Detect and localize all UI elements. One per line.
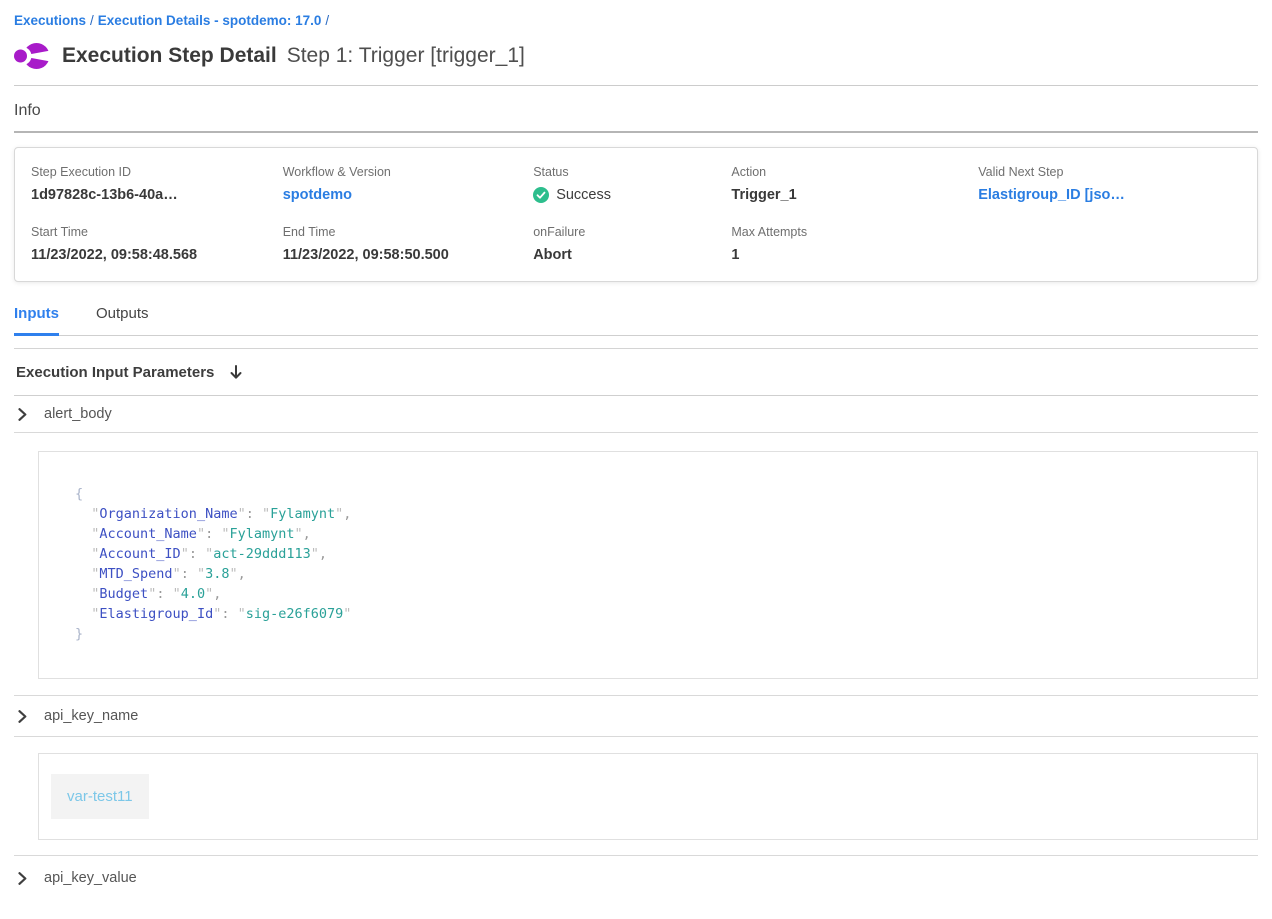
fylamynt-logo-icon <box>14 41 51 71</box>
field-label: Workflow & Version <box>283 165 533 179</box>
max-attempts-value: 1 <box>731 247 978 263</box>
chevron-right-icon <box>18 408 27 421</box>
field-status: Status Success <box>533 165 731 203</box>
header-divider <box>14 85 1258 86</box>
json-code: { "Organization_Name": "Fylamynt", "Acco… <box>75 484 1237 644</box>
tab-inputs[interactable]: Inputs <box>14 305 59 336</box>
field-label: Status <box>533 165 731 179</box>
field-workflow-version: Workflow & Version spotdemo <box>283 165 533 203</box>
onfailure-value: Abort <box>533 247 731 263</box>
field-label: onFailure <box>533 225 731 239</box>
tab-bar: Inputs Outputs <box>14 305 1258 336</box>
param-row-label: api_key_value <box>44 870 137 886</box>
field-step-execution-id: Step Execution ID 1d97828c-13b6-40a… <box>31 165 283 203</box>
field-label: Start Time <box>31 225 283 239</box>
breadcrumb-separator: / <box>86 13 98 28</box>
field-valid-next-step: Valid Next Step Elastigroup_ID [jso… <box>978 165 1247 203</box>
chevron-right-icon <box>18 710 27 723</box>
start-time-value: 11/23/2022, 09:58:48.568 <box>31 247 283 263</box>
param-row-api-key-name[interactable]: api_key_name <box>14 695 1258 737</box>
field-label: Step Execution ID <box>31 165 283 179</box>
page-subtitle: Step 1: Trigger [trigger_1] <box>287 44 525 68</box>
success-check-icon <box>533 187 549 203</box>
field-label: Action <box>731 165 978 179</box>
field-label: End Time <box>283 225 533 239</box>
field-end-time: End Time 11/23/2022, 09:58:50.500 <box>283 225 533 263</box>
field-action: Action Trigger_1 <box>731 165 978 203</box>
field-max-attempts: Max Attempts 1 <box>731 225 978 263</box>
execution-step-detail-page: Executions/Execution Details - spotdemo:… <box>0 0 1272 900</box>
param-row-label: alert_body <box>44 406 112 422</box>
breadcrumb-executions[interactable]: Executions <box>14 13 86 28</box>
execution-input-parameters-header: Execution Input Parameters <box>14 348 1258 396</box>
breadcrumb: Executions/Execution Details - spotdemo:… <box>14 0 1258 28</box>
api-key-name-value: var-test11 <box>51 774 149 819</box>
action-value: Trigger_1 <box>731 187 978 203</box>
info-card: Step Execution ID 1d97828c-13b6-40a… Wor… <box>14 147 1258 282</box>
tab-outputs[interactable]: Outputs <box>96 305 149 335</box>
breadcrumb-trailing-separator: / <box>321 13 333 28</box>
page-title: Execution Step Detail <box>62 44 277 68</box>
page-header: Execution Step Detail Step 1: Trigger [t… <box>14 41 1258 71</box>
alert-body-json-panel: { "Organization_Name": "Fylamynt", "Acco… <box>38 451 1258 679</box>
breadcrumb-execution-details[interactable]: Execution Details - spotdemo: 17.0 <box>98 13 322 28</box>
field-empty <box>978 225 1247 263</box>
download-arrow-icon[interactable] <box>229 365 243 381</box>
info-heading: Info <box>14 102 1258 120</box>
info-divider <box>14 131 1258 133</box>
param-row-alert-body[interactable]: alert_body <box>14 396 1258 433</box>
workflow-link[interactable]: spotdemo <box>283 187 533 203</box>
field-label: Valid Next Step <box>978 165 1247 179</box>
field-onfailure: onFailure Abort <box>533 225 731 263</box>
param-row-label: api_key_name <box>44 708 138 724</box>
end-time-value: 11/23/2022, 09:58:50.500 <box>283 247 533 263</box>
valid-next-step-link[interactable]: Elastigroup_ID [jso… <box>978 187 1247 203</box>
param-row-api-key-value[interactable]: api_key_value <box>14 855 1258 900</box>
field-label: Max Attempts <box>731 225 978 239</box>
section-title: Execution Input Parameters <box>16 364 214 381</box>
field-start-time: Start Time 11/23/2022, 09:58:48.568 <box>31 225 283 263</box>
status-badge: Success <box>556 187 611 203</box>
chevron-right-icon <box>18 872 27 885</box>
step-execution-id-value: 1d97828c-13b6-40a… <box>31 187 283 203</box>
api-key-name-panel: var-test11 <box>38 753 1258 840</box>
